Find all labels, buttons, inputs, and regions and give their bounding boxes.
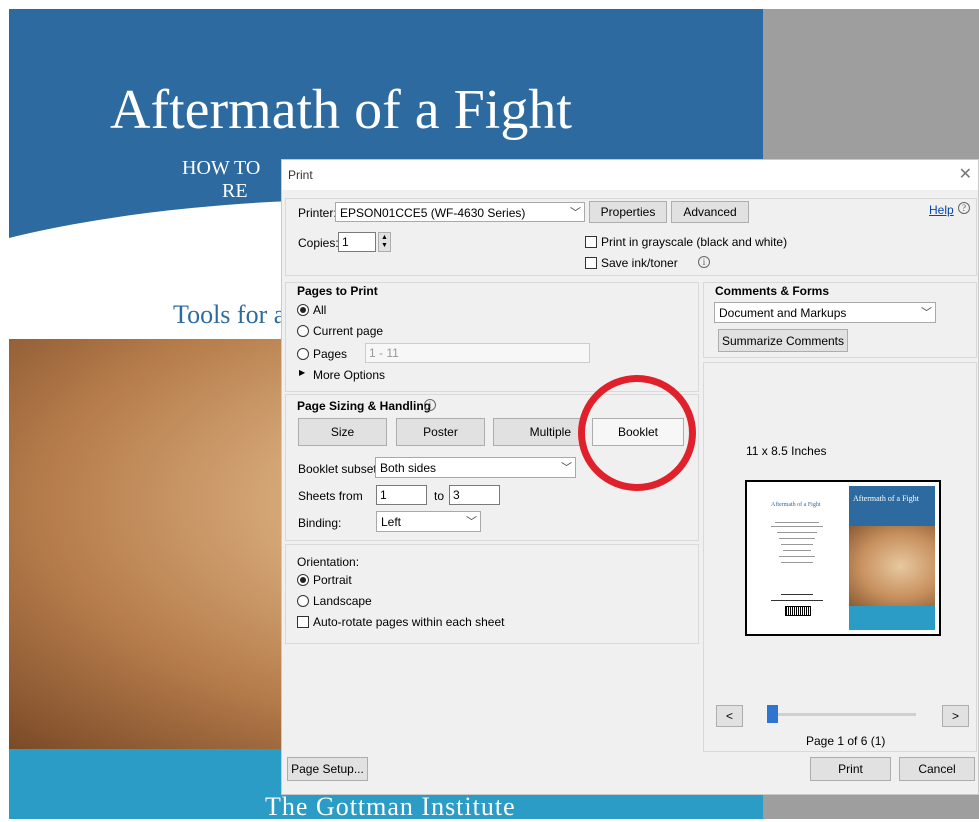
sheets-from-label: Sheets from — [298, 489, 363, 503]
pages-to-print-heading: Pages to Print — [297, 284, 378, 298]
comments-forms-heading: Comments & Forms — [715, 284, 830, 298]
size-tab[interactable]: Size — [298, 418, 387, 446]
thumbnail-back-title: Aftermath of a Fight — [771, 502, 821, 508]
printer-value: EPSON01CCE5 (WF-4630 Series) — [340, 206, 526, 220]
copies-input[interactable]: 1 — [338, 232, 376, 252]
sheets-from-input[interactable]: 1 — [376, 485, 427, 505]
thumbnail-text-line — [783, 550, 811, 551]
landscape-label: Landscape — [313, 594, 372, 608]
sheets-to-value: 3 — [453, 488, 460, 502]
printer-label: Printer: — [298, 206, 337, 220]
current-page-label: Current page — [313, 324, 384, 338]
help-icon[interactable]: ? — [958, 202, 970, 214]
autorotate-label: Auto-rotate pages within each sheet — [313, 615, 505, 629]
comments-forms-select[interactable]: Document and Markups ﹀ — [714, 302, 936, 323]
save-ink-checkbox[interactable] — [585, 257, 597, 269]
page-sizing-heading: Page Sizing & Handling — [297, 399, 432, 413]
booklet-subset-label: Booklet subset: — [298, 462, 381, 476]
booklet-subset-select[interactable]: Both sides ﹀ — [375, 457, 576, 478]
page-setup-button[interactable]: Page Setup... — [287, 757, 368, 781]
help-link[interactable]: Help — [929, 203, 954, 217]
preview-slider-thumb[interactable] — [767, 705, 778, 723]
chevron-down-icon: ﹀ — [466, 516, 477, 528]
close-icon[interactable]: ✕ — [959, 164, 972, 184]
print-button[interactable]: Print — [810, 757, 891, 781]
autorotate-checkbox[interactable] — [297, 616, 309, 628]
binding-label: Binding: — [298, 516, 342, 530]
thumbnail-text-line — [779, 538, 815, 539]
properties-button[interactable]: Properties — [589, 201, 667, 223]
thumbnail-text-line — [777, 532, 817, 533]
printer-select[interactable]: EPSON01CCE5 (WF-4630 Series) ﹀ — [335, 202, 585, 222]
thumbnail-text-line — [781, 562, 813, 563]
preview-next-button[interactable]: > — [942, 705, 969, 727]
grayscale-label: Print in grayscale (black and white) — [601, 235, 788, 249]
portrait-radio[interactable] — [297, 574, 309, 586]
pages-radio[interactable] — [297, 348, 309, 360]
chevron-down-icon: ﹀ — [561, 462, 572, 474]
preview-slider-track[interactable] — [768, 713, 916, 716]
preview-size-label: 11 x 8.5 Inches — [746, 444, 827, 458]
pages-label: Pages — [313, 347, 348, 361]
cover-subtitle-line2: RE — [222, 180, 248, 202]
all-pages-label: All — [313, 303, 327, 317]
dialog-title: Print — [288, 168, 313, 182]
comments-forms-value: Document and Markups — [719, 306, 847, 320]
sheets-from-value: 1 — [380, 488, 387, 502]
thumbnail-text-line — [781, 594, 813, 595]
copies-stepper[interactable]: ▲ ▼ — [378, 232, 391, 252]
thumbnail-barcode — [785, 606, 811, 616]
orientation-heading: Orientation: — [297, 555, 360, 569]
summarize-comments-button[interactable]: Summarize Comments — [718, 329, 848, 352]
stepper-down-icon: ▼ — [381, 242, 388, 249]
print-dialog: Print ✕ Printer: EPSON01CCE5 (WF-4630 Se… — [281, 159, 979, 795]
advanced-button[interactable]: Advanced — [671, 201, 749, 223]
cover-subtitle-line1: HOW TO — [182, 157, 261, 179]
booklet-tab[interactable]: Booklet — [592, 418, 684, 446]
landscape-radio[interactable] — [297, 595, 309, 607]
booklet-subset-value: Both sides — [380, 461, 437, 475]
copies-label: Copies: — [298, 236, 339, 250]
grayscale-checkbox[interactable] — [585, 236, 597, 248]
thumbnail-front-page: Aftermath of a Fight — [849, 486, 935, 630]
preview-prev-button[interactable]: < — [716, 705, 743, 727]
save-ink-label: Save ink/toner — [601, 256, 678, 270]
multiple-tab[interactable]: Multiple — [493, 418, 582, 446]
pages-range-input[interactable]: 1 - 11 — [365, 343, 590, 363]
more-options-toggle[interactable]: More Options — [313, 368, 385, 382]
thumbnail-front-title: Aftermath of a Fight — [853, 494, 919, 503]
copies-value: 1 — [342, 235, 349, 249]
chevron-down-icon: ﹀ — [570, 207, 581, 219]
preview-thumbnail: Aftermath of a Fight Aftermath of a Figh… — [745, 480, 941, 636]
binding-value: Left — [381, 515, 402, 529]
cancel-button[interactable]: Cancel — [899, 757, 975, 781]
thumbnail-text-line — [775, 522, 819, 523]
all-pages-radio[interactable] — [297, 304, 309, 316]
pages-range-value: 1 - 11 — [369, 346, 399, 360]
poster-tab[interactable]: Poster — [396, 418, 485, 446]
thumbnail-front-photo — [849, 526, 935, 606]
thumbnail-text-line — [781, 544, 813, 545]
stepper-up-icon: ▲ — [381, 234, 388, 241]
thumbnail-back-page: Aftermath of a Fight — [751, 486, 843, 630]
binding-select[interactable]: Left ﹀ — [376, 511, 481, 532]
thumbnail-text-line — [779, 556, 815, 557]
current-page-radio[interactable] — [297, 325, 309, 337]
portrait-label: Portrait — [313, 573, 352, 587]
dialog-titlebar: Print ✕ — [282, 160, 978, 190]
save-ink-info-icon[interactable]: i — [698, 256, 710, 268]
thumbnail-text-line — [771, 526, 823, 527]
thumbnail-text-line — [771, 600, 823, 601]
sheets-to-label: to — [434, 489, 445, 503]
sheets-to-input[interactable]: 3 — [449, 485, 500, 505]
cover-footer-text: The Gottman Institute — [265, 792, 516, 821]
cover-tagline: Tools for a — [173, 300, 286, 329]
chevron-down-icon: ﹀ — [921, 307, 932, 319]
preview-page-status: Page 1 of 6 (1) — [806, 734, 886, 748]
thumbnail-front-band — [849, 606, 935, 630]
page-sizing-info-icon[interactable]: i — [424, 399, 436, 411]
triangle-right-icon[interactable]: ▶ — [299, 368, 305, 377]
cover-title: Aftermath of a Fight — [110, 79, 572, 141]
